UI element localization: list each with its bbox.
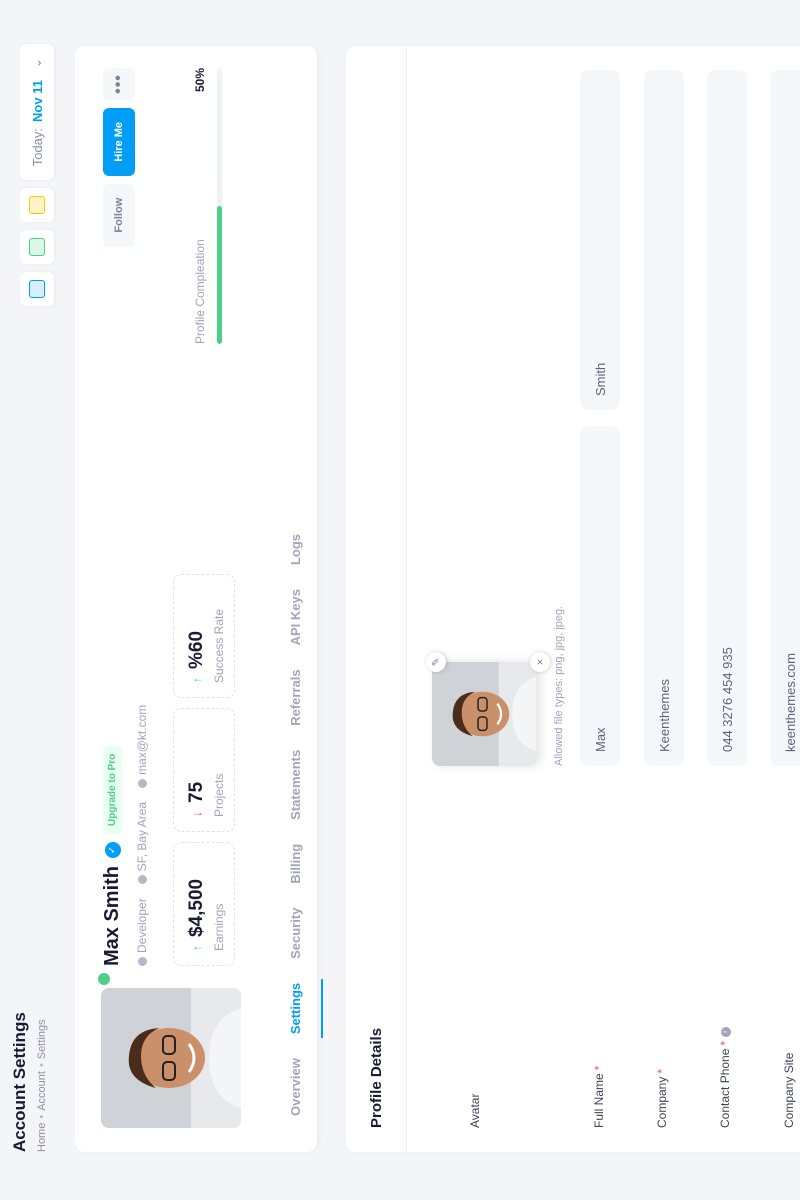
stat-value: $4,500 bbox=[186, 878, 207, 937]
stat-label: Earnings bbox=[212, 903, 226, 951]
breadcrumb-account[interactable]: Account bbox=[36, 1071, 48, 1111]
mail-icon bbox=[138, 778, 148, 788]
company-label-text: Company bbox=[655, 1076, 669, 1128]
online-status-dot bbox=[95, 970, 113, 988]
location-text: SF, Bay Area bbox=[135, 801, 149, 872]
stat-value: 75 bbox=[186, 781, 207, 803]
user-icon bbox=[138, 957, 148, 966]
company-label: Company * bbox=[655, 1069, 669, 1128]
profile-completion: Profile Compleation 50% bbox=[193, 68, 222, 344]
full-name-label-text: Full Name bbox=[592, 1073, 606, 1128]
required-mark: * bbox=[655, 1068, 669, 1074]
contact-phone-label: Contact Phone * i bbox=[718, 1026, 732, 1128]
stat-success-rate: ↑ %60 Success Rate bbox=[173, 574, 235, 698]
tab-settings[interactable]: Settings bbox=[273, 971, 317, 1046]
avatar-label: Avatar bbox=[468, 1093, 482, 1128]
company-input[interactable] bbox=[644, 70, 684, 766]
tab-billing[interactable]: Billing bbox=[273, 832, 317, 896]
avatar-preview bbox=[432, 662, 536, 766]
breadcrumb: Home • Account • Settings bbox=[36, 1019, 48, 1152]
required-mark: * bbox=[592, 1065, 606, 1071]
tab-overview[interactable]: Overview bbox=[273, 1046, 317, 1128]
completion-value: 50% bbox=[193, 68, 207, 93]
company-site-input[interactable] bbox=[770, 70, 800, 766]
add-file-icon[interactable] bbox=[20, 230, 54, 265]
role-meta[interactable]: Developer bbox=[135, 898, 149, 966]
tab-api-keys[interactable]: API Keys bbox=[273, 577, 317, 657]
hire-me-button[interactable]: Hire Me bbox=[103, 108, 135, 176]
required-mark: * bbox=[718, 1040, 732, 1046]
avatar-hint: Allowed file types: png, jpg, jpeg. bbox=[553, 605, 565, 766]
location-icon bbox=[138, 875, 148, 885]
code-icon[interactable] bbox=[20, 272, 54, 307]
full-name-label: Full Name * bbox=[592, 1066, 606, 1128]
profile-details-card: Profile Details Avatar ✎ × Allowed file … bbox=[346, 46, 800, 1152]
tab-security[interactable]: Security bbox=[273, 896, 317, 971]
info-icon[interactable]: i bbox=[720, 1026, 731, 1037]
email-meta[interactable]: max@kt.com bbox=[135, 705, 149, 788]
completion-progress-track bbox=[217, 68, 222, 344]
tab-referrals[interactable]: Referrals bbox=[273, 657, 317, 737]
more-options-button[interactable]: ••• bbox=[103, 68, 135, 100]
stat-label: Projects bbox=[212, 773, 226, 817]
avatar bbox=[101, 988, 241, 1128]
details-title: Profile Details bbox=[368, 1027, 385, 1128]
contact-phone-label-text: Contact Phone bbox=[718, 1048, 732, 1128]
chart-icon[interactable] bbox=[20, 188, 54, 223]
profile-name[interactable]: Max Smith bbox=[101, 866, 124, 966]
breadcrumb-settings: Settings bbox=[36, 1019, 48, 1060]
close-icon[interactable]: × bbox=[530, 652, 550, 672]
chevron-down-icon: ⌄ bbox=[30, 58, 44, 69]
profile-tabs: Overview Settings Security Billing State… bbox=[273, 522, 317, 1128]
follow-button[interactable]: Follow bbox=[103, 183, 135, 247]
breadcrumb-home[interactable]: Home bbox=[36, 1123, 48, 1152]
verified-icon: ✓ bbox=[104, 841, 121, 858]
date-selector[interactable]: Today: Nov 11 ⌄ bbox=[20, 44, 54, 181]
last-name-input[interactable] bbox=[580, 70, 620, 410]
upgrade-badge[interactable]: Upgrade to Pro bbox=[103, 745, 122, 834]
toolbar: Account Settings Home • Account • Settings… bbox=[0, 0, 64, 1200]
pencil-icon[interactable]: ✎ bbox=[426, 652, 446, 672]
stat-value: %60 bbox=[186, 630, 207, 669]
first-name-input[interactable] bbox=[580, 426, 620, 766]
profile-card: Max Smith ✓ Upgrade to Pro Developer SF,… bbox=[75, 46, 317, 1152]
arrow-down-icon: ↓ bbox=[190, 811, 204, 817]
completion-progress-fill bbox=[217, 206, 222, 344]
tab-logs[interactable]: Logs bbox=[273, 522, 317, 577]
contact-phone-input[interactable] bbox=[707, 70, 747, 766]
stat-label: Success Rate bbox=[212, 608, 226, 683]
company-site-label: Company Site bbox=[782, 1052, 796, 1128]
email-text: max@kt.com bbox=[135, 704, 149, 775]
stat-projects: ↓ 75 Projects bbox=[173, 708, 235, 832]
date-value: Nov 11 bbox=[29, 80, 45, 122]
location-meta[interactable]: SF, Bay Area bbox=[135, 801, 149, 885]
stat-earnings: ↑ $4,500 Earnings bbox=[173, 842, 235, 966]
role-text: Developer bbox=[135, 898, 149, 953]
date-label: Today: bbox=[29, 127, 45, 167]
tab-statements[interactable]: Statements bbox=[273, 738, 317, 832]
page-title: Account Settings bbox=[10, 1012, 29, 1152]
arrow-up-icon: ↑ bbox=[190, 945, 204, 951]
completion-label: Profile Compleation bbox=[193, 239, 207, 344]
details-header: Profile Details bbox=[346, 46, 407, 1152]
arrow-up-icon: ↑ bbox=[190, 677, 204, 683]
